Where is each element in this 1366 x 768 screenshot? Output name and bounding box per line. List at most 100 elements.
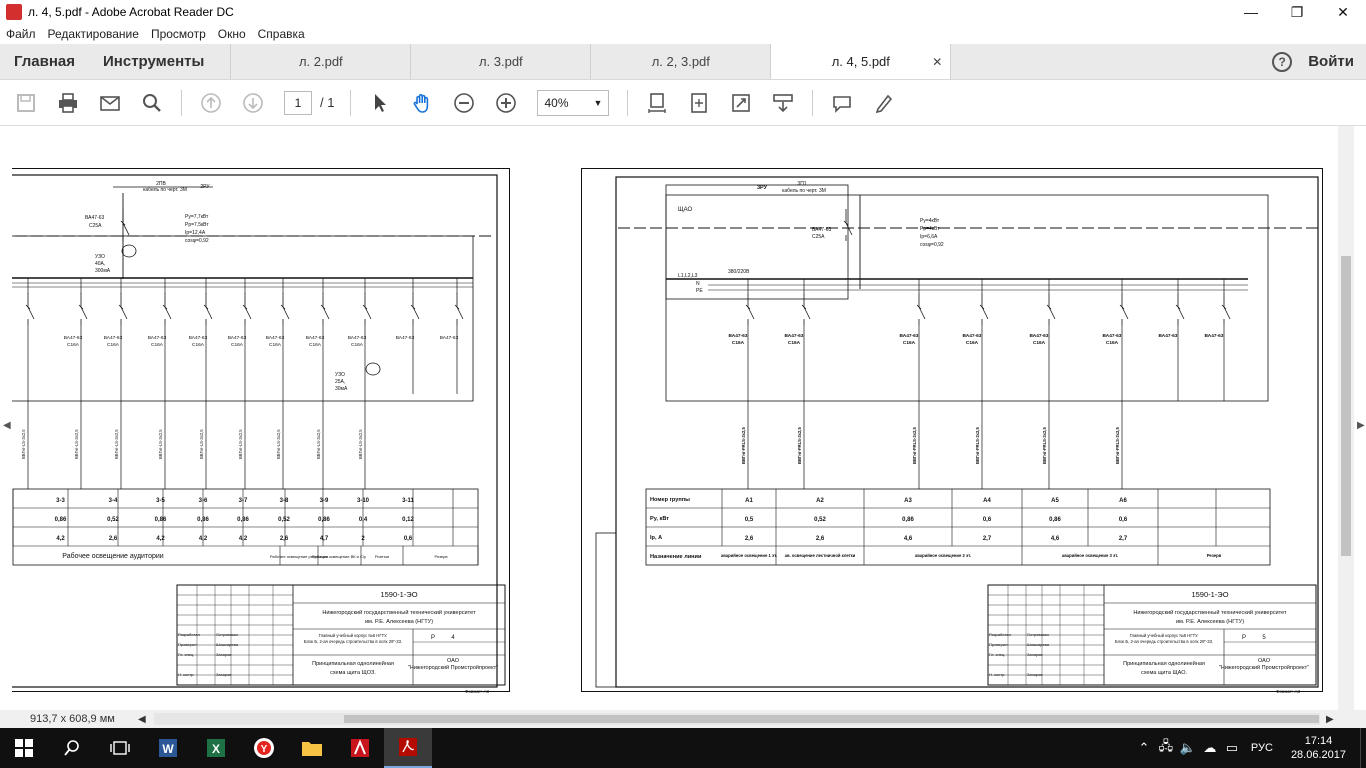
acrobat-app-button[interactable] — [384, 728, 432, 768]
maximize-button[interactable]: ❐ — [1274, 0, 1320, 24]
show-desktop-button[interactable] — [1360, 728, 1366, 768]
yandex-browser-button[interactable]: Y — [240, 728, 288, 768]
right-stamp-object: Главный учебный корпус №6 НГТУ. — [1130, 633, 1199, 638]
scroll-mode-button[interactable] — [765, 88, 801, 118]
close-button[interactable]: ✕ — [1320, 0, 1366, 24]
right-scroll-arrow-icon[interactable]: ▶ — [1357, 420, 1365, 431]
right-stamp-name: Захаров — [1027, 652, 1042, 657]
tab-home[interactable]: Главная — [0, 44, 89, 79]
left-scroll-arrow-icon[interactable]: ◀ — [3, 420, 11, 431]
document-viewport[interactable]: 2ПВ кабель по черт. 3М 2РУ ВА47-63 С25А УЗО 40… — [12, 126, 1338, 710]
cable-label: ВВГнг-LS-3х2,5 — [21, 429, 26, 459]
next-page-button[interactable] — [235, 88, 271, 118]
breaker-label: ВА47-63 — [396, 335, 415, 341]
autocad-app-button[interactable] — [336, 728, 384, 768]
vertical-scrollbar[interactable] — [1338, 126, 1354, 710]
menu-view[interactable]: Просмотр — [145, 27, 212, 41]
group-power: 0,52 — [278, 517, 290, 523]
horizontal-scrollbar[interactable] — [154, 713, 1320, 725]
zoom-out-button[interactable] — [446, 88, 482, 118]
page-number-input[interactable]: 1 — [284, 90, 312, 115]
fit-page-button[interactable] — [639, 88, 675, 118]
param-label: Ру=4кВт — [920, 218, 940, 224]
schematic-sheet-5: 3РУ3П1кабель по черт. 3МЩАОВА47-63С25АРу… — [595, 176, 1319, 694]
chevron-up-icon[interactable]: ⌃ — [1133, 740, 1155, 756]
prev-page-button[interactable] — [193, 88, 229, 118]
select-tool-button[interactable] — [362, 88, 398, 118]
excel-icon: X — [207, 739, 225, 757]
language-indicator[interactable]: РУС — [1243, 742, 1281, 754]
start-button[interactable] — [0, 728, 48, 768]
login-button[interactable]: Войти — [1302, 44, 1366, 79]
breaker-rating: С16А — [67, 342, 80, 348]
doc-tab-2[interactable]: л. 3.pdf — [410, 44, 590, 79]
full-screen-button[interactable] — [723, 88, 759, 118]
volume-icon[interactable]: 🔈 — [1177, 740, 1199, 756]
excel-app-button[interactable]: X — [192, 728, 240, 768]
horizontal-scroll-thumb[interactable] — [344, 715, 1319, 723]
save-icon — [17, 93, 35, 112]
tab-tools[interactable]: Инструменты — [89, 44, 230, 79]
main-breaker-rating: С25А — [812, 234, 825, 240]
branch-breaker-contact — [918, 306, 926, 320]
taskbar: W X Y ⌃ 🖧 🔈 ☁ ▭ РУС 17:14 28.06.2017 — [0, 728, 1366, 768]
group-power: 0,6 — [1119, 517, 1128, 523]
param-label: cosφ=0,92 — [185, 238, 209, 244]
cable-label: ВВГнг-LS-3х2,5 — [74, 429, 79, 459]
main-breaker-label: ВА47-63 — [812, 227, 832, 233]
zoom-select[interactable]: 40% ▼ — [537, 89, 610, 116]
save-button[interactable] — [8, 88, 44, 118]
param-label: Ip=6,6А — [920, 234, 938, 240]
group-number: 3-7 — [239, 498, 248, 504]
minimize-button[interactable]: — — [1228, 0, 1274, 24]
breaker-rating: С16А — [192, 342, 205, 348]
close-tab-icon[interactable]: ✕ — [932, 55, 942, 69]
help-icon: ? — [1272, 51, 1293, 72]
fit-width-button[interactable] — [681, 88, 717, 118]
file-explorer-button[interactable] — [288, 728, 336, 768]
scroll-right-icon[interactable]: ▶ — [1326, 714, 1334, 725]
task-view-button[interactable] — [96, 728, 144, 768]
breaker-rating: С16А — [107, 342, 120, 348]
group-power: 0,5 — [745, 517, 754, 523]
email-button[interactable] — [92, 88, 128, 118]
header-top: 3П1 — [797, 181, 806, 187]
status-bar: 913,7 x 608,9 мм ◀ ▶ — [0, 710, 1366, 728]
vertical-scroll-thumb[interactable] — [1341, 256, 1351, 556]
search-button[interactable] — [134, 88, 170, 118]
doc-tab-3[interactable]: л. 2, 3.pdf — [590, 44, 770, 79]
print-button[interactable] — [50, 88, 86, 118]
search-taskbar-button[interactable] — [48, 728, 96, 768]
doc-tab-1[interactable]: л. 2.pdf — [230, 44, 410, 79]
breaker-label: ВА47-63 — [104, 335, 123, 341]
word-app-button[interactable]: W — [144, 728, 192, 768]
branch-breaker-contact — [205, 306, 213, 320]
breaker-label: ВА47-63 — [785, 333, 804, 339]
menu-help[interactable]: Справка — [252, 27, 311, 41]
zoom-out-icon — [454, 92, 475, 113]
left-stamp-stage: Р — [431, 635, 435, 641]
scroll-left-icon[interactable]: ◀ — [138, 714, 146, 725]
acrobat-app-icon — [6, 4, 22, 20]
breaker-rating: С16А — [269, 342, 282, 348]
right-stamp-role: Н. контр. — [989, 672, 1006, 677]
menu-window[interactable]: Окно — [212, 27, 252, 41]
sync-icon[interactable]: ☁ — [1199, 740, 1221, 756]
doc-tab-active[interactable]: л. 4, 5.pdf ✕ — [770, 44, 951, 79]
clock[interactable]: 17:14 28.06.2017 — [1281, 734, 1356, 762]
purpose-main: Рабочее освещение аудитории — [62, 552, 163, 560]
menu-edit[interactable]: Редактирование — [42, 27, 145, 41]
hand-tool-button[interactable] — [404, 88, 440, 118]
highlight-button[interactable] — [866, 88, 902, 118]
comment-button[interactable] — [824, 88, 860, 118]
network-icon[interactable]: 🖧 — [1155, 737, 1177, 759]
zoom-in-button[interactable] — [488, 88, 524, 118]
branch-breaker-contact — [456, 306, 464, 320]
bus-pe: PE — [696, 288, 703, 294]
cable-label: ВВГнг-FRLS-3х2,5 — [1042, 427, 1047, 464]
notification-icon[interactable]: ▭ — [1221, 740, 1243, 756]
help-button[interactable]: ? — [1262, 44, 1302, 79]
menu-file[interactable]: Файл — [0, 27, 42, 41]
breaker-label: ВА47-63 — [189, 335, 208, 341]
side-stamp — [595, 532, 617, 688]
